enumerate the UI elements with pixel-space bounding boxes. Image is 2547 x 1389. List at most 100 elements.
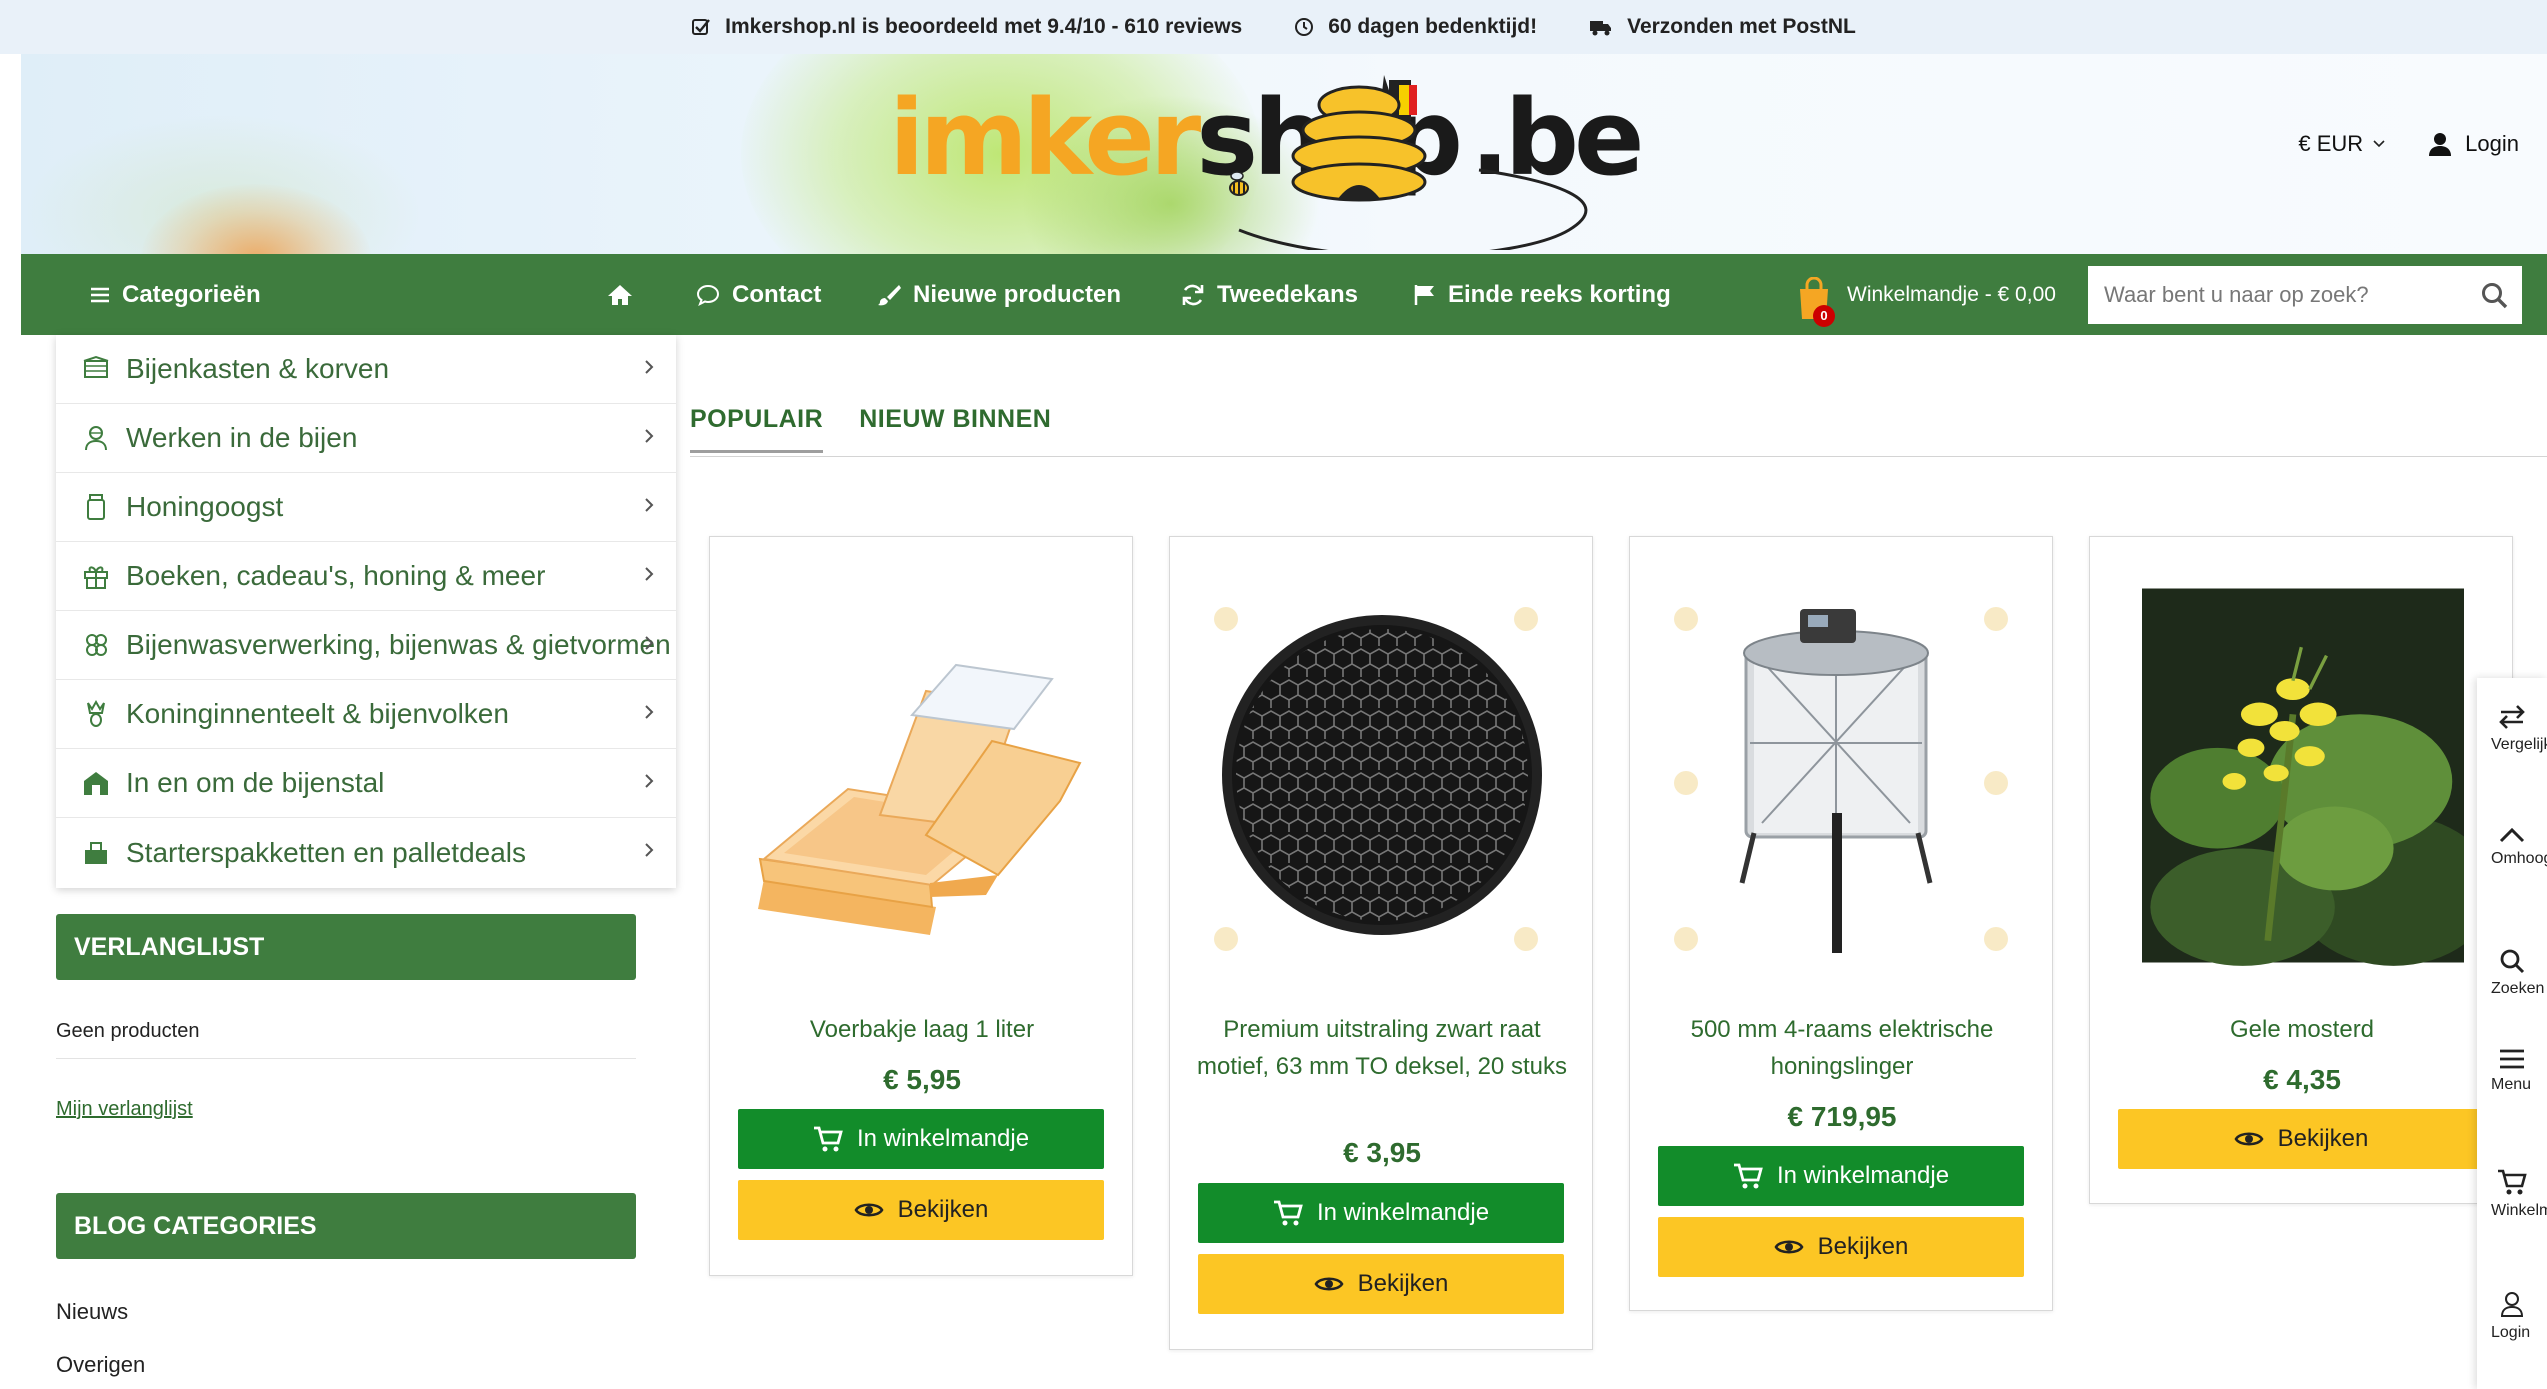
tab-popular[interactable]: POPULAIR xyxy=(690,405,824,453)
view-product-button[interactable]: Bekijken xyxy=(2118,1109,2484,1169)
currency-selector[interactable]: € EUR xyxy=(2298,131,2385,157)
login-panel-label: Login xyxy=(2491,1324,2531,1341)
login-link[interactable]: Login xyxy=(2427,131,2519,157)
usp-return-text: 60 dagen bedenktijd! xyxy=(1328,15,1538,38)
usp-shipping: Verzonden met PostNL xyxy=(1589,15,1856,39)
chevron-down-icon xyxy=(2373,140,2385,148)
product-card[interactable]: Voerbakje laag 1 liter € 5,95 In winkelm… xyxy=(709,536,1133,1276)
blog-category-link[interactable]: Nieuws xyxy=(56,1299,128,1325)
wishlist-empty-text: Geen producten xyxy=(56,1020,200,1042)
usp-rating-text: Imkershop.nl is beoordeeld met 9.4/10 - … xyxy=(725,15,1243,38)
nav-contact[interactable]: Contact xyxy=(696,254,821,335)
add-to-cart-button[interactable]: In winkelmandje xyxy=(1658,1146,2024,1206)
category-item[interactable]: Starterspakketten en palletdeals xyxy=(56,818,676,887)
cart-count-badge: 0 xyxy=(1813,304,1835,327)
divider xyxy=(56,1058,636,1059)
nav-end-of-range[interactable]: Einde reeks korting xyxy=(1414,254,1671,335)
add-to-cart-button[interactable]: In winkelmandje xyxy=(738,1109,1104,1169)
blog-categories-title: BLOG CATEGORIES xyxy=(56,1193,636,1259)
add-to-cart-label: In winkelmandje xyxy=(1776,1162,1950,1189)
hamburger-icon xyxy=(91,287,109,302)
product-tabs: POPULAIR NIEUW BINNEN xyxy=(690,405,1051,453)
view-product-label: Bekijken xyxy=(897,1196,989,1223)
tab-new-in[interactable]: NIEUW BINNEN xyxy=(859,405,1051,453)
menu-button[interactable]: Menu xyxy=(2477,1048,2547,1094)
flag-icon xyxy=(1414,284,1434,305)
product-card[interactable]: 500 mm 4-raams elektrische honingslinger… xyxy=(1629,536,2053,1311)
nav-second-chance[interactable]: Tweedekans xyxy=(1181,254,1358,335)
hamburger-icon xyxy=(2500,1049,2524,1069)
brush-icon xyxy=(878,284,901,305)
site-logo[interactable]: imkershop.be xyxy=(889,60,1759,250)
eye-icon xyxy=(854,1203,884,1217)
login-panel-button[interactable]: Login xyxy=(2477,1290,2547,1342)
scroll-top-button[interactable]: Omhoog xyxy=(2477,826,2547,868)
product-card[interactable]: Premium uitstraling zwart raat motief, 6… xyxy=(1169,536,1593,1350)
beekeeper-icon xyxy=(85,426,107,451)
product-price: € 4,35 xyxy=(2263,1064,2341,1095)
truck-icon xyxy=(1590,21,1612,36)
category-label: Werken in de bijen xyxy=(126,422,358,453)
product-name[interactable]: 500 mm 4-raams elektrische honingslinger xyxy=(1646,1011,2038,1085)
product-name[interactable]: Gele mosterd xyxy=(2106,1011,2498,1048)
cart-panel-button[interactable]: Winkelmandje xyxy=(2477,1168,2547,1220)
home-link[interactable] xyxy=(607,254,633,335)
product-image[interactable] xyxy=(1650,553,2034,999)
product-card[interactable]: Gele mosterd € 4,35 Bekijken xyxy=(2089,536,2513,1204)
view-product-button[interactable]: Bekijken xyxy=(1198,1254,1564,1314)
usp-rating[interactable]: Imkershop.nl is beoordeeld met 9.4/10 - … xyxy=(691,15,1242,39)
category-item[interactable]: Koninginnenteelt & bijenvolken xyxy=(56,680,676,749)
cart-icon xyxy=(2498,1169,2527,1195)
clock-icon xyxy=(1295,18,1314,36)
view-product-button[interactable]: Bekijken xyxy=(1658,1217,2024,1277)
blog-category-link[interactable]: Overigen xyxy=(56,1352,145,1378)
product-image[interactable] xyxy=(2142,555,2464,996)
cart-bag: 0 xyxy=(1791,265,1837,327)
product-price: € 5,95 xyxy=(883,1064,961,1095)
my-wishlist-link[interactable]: Mijn verlanglijst xyxy=(56,1098,193,1121)
chevron-right-icon xyxy=(645,567,654,581)
view-product-label: Bekijken xyxy=(2277,1125,2369,1152)
compare-arrows-icon xyxy=(2499,705,2525,729)
categories-menu-button[interactable]: Categorieën xyxy=(90,254,261,335)
category-label: Boeken, cadeau's, honing & meer xyxy=(126,560,546,591)
usp-bar: Imkershop.nl is beoordeeld met 9.4/10 - … xyxy=(0,0,2547,54)
header-banner: imkershop.be € EUR xyxy=(21,54,2547,254)
quick-actions-panel: Vergelijk Omhoog Zoeken Menu Winkelmandj… xyxy=(2477,678,2547,1389)
user-icon xyxy=(2429,133,2452,156)
category-item[interactable]: Boeken, cadeau's, honing & meer xyxy=(56,542,676,611)
category-item[interactable]: Werken in de bijen xyxy=(56,404,676,473)
product-image[interactable] xyxy=(730,553,1114,999)
compare-button[interactable]: Vergelijk xyxy=(2477,704,2547,754)
chevron-right-icon xyxy=(645,636,654,650)
chevron-right-icon xyxy=(645,843,654,857)
beehive-icon xyxy=(83,355,109,378)
search-button[interactable] xyxy=(2466,267,2522,323)
starter-kit-icon xyxy=(85,841,107,864)
view-product-button[interactable]: Bekijken xyxy=(738,1180,1104,1240)
currency-label: € EUR xyxy=(2298,131,2364,156)
search-panel-button[interactable]: Zoeken xyxy=(2477,948,2547,998)
product-name[interactable]: Premium uitstraling zwart raat motief, 6… xyxy=(1186,1011,1578,1085)
wax-icon xyxy=(86,634,107,656)
chevron-right-icon xyxy=(645,360,654,374)
search-input[interactable] xyxy=(2088,267,2466,323)
bee-shed-icon xyxy=(84,772,108,795)
search-panel-label: Zoeken xyxy=(2491,980,2545,997)
category-label: Bijenkasten & korven xyxy=(126,353,390,384)
category-item[interactable]: In en om de bijenstal xyxy=(56,749,676,818)
product-name[interactable]: Voerbakje laag 1 liter xyxy=(726,1011,1118,1048)
product-image[interactable] xyxy=(1190,553,1574,999)
search-icon xyxy=(2482,283,2508,309)
add-to-cart-button[interactable]: In winkelmandje xyxy=(1198,1183,1564,1243)
category-item[interactable]: Bijenwasverwerking, bijenwas & gietvorme… xyxy=(56,611,676,680)
cart-button[interactable]: 0 Winkelmandje - € 0,00 xyxy=(1791,254,2056,335)
category-label: Honingoogst xyxy=(126,491,284,522)
tab-divider xyxy=(690,456,2547,457)
cart-icon xyxy=(1273,1200,1303,1226)
compare-label: Vergelijk xyxy=(2491,736,2547,753)
nav-new-products[interactable]: Nieuwe producten xyxy=(877,254,1121,335)
category-item[interactable]: Bijenkasten & korven xyxy=(56,335,676,404)
chevron-up-icon xyxy=(2499,827,2525,843)
category-item[interactable]: Honingoogst xyxy=(56,473,676,542)
